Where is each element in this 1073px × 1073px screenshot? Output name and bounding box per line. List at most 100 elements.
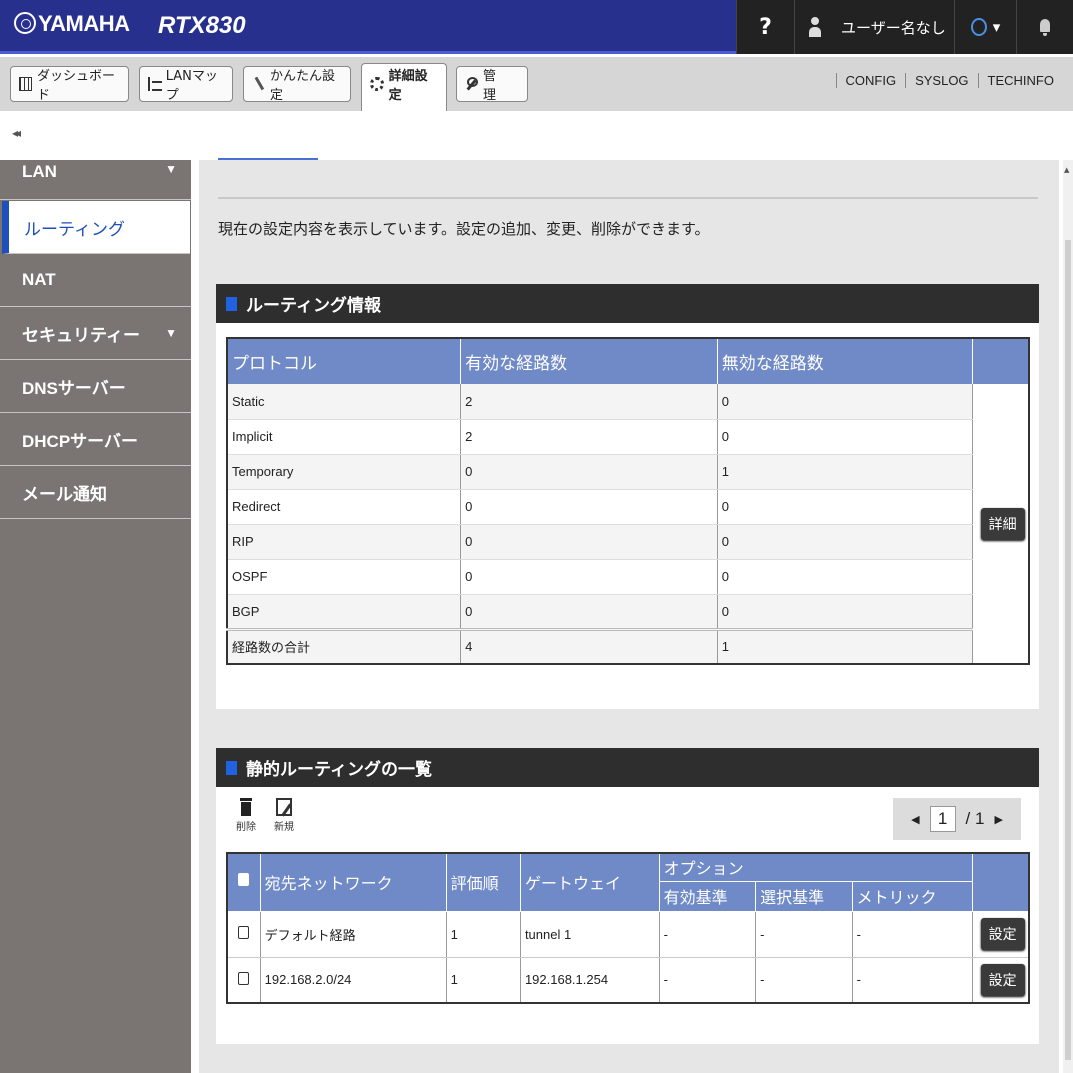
next-page-icon[interactable]: ▶	[994, 813, 1002, 826]
prev-page-icon[interactable]: ◀	[911, 813, 919, 826]
sidebar-item-label: NAT	[22, 270, 56, 289]
scroll-up-icon[interactable]: ▲	[1064, 166, 1069, 174]
column-header: プロトコル	[227, 338, 462, 384]
settings-button-cell: 設定	[972, 911, 1029, 958]
static-routes-panel: 静的ルーティングの一覧 削除 新規 ◀ 1 / 1 ▶ 宛先ネットワーク 評価順…	[216, 748, 1039, 1044]
chevron-down-icon: ▾	[992, 18, 1001, 36]
table-total-row: 経路数の合計 4 1	[227, 627, 1029, 665]
tab-easy-setup[interactable]: かんたん設定	[243, 66, 351, 103]
protocol-cell: RIP	[227, 524, 462, 560]
column-header	[972, 853, 1029, 912]
dashboard-icon	[19, 77, 32, 91]
sidebar-item-label: メール通知	[22, 484, 107, 504]
table-row: RIP 0 0	[227, 524, 1029, 560]
detail-button[interactable]: 詳細	[980, 507, 1025, 540]
syslog-link[interactable]: SYSLOG	[905, 73, 977, 88]
delete-button[interactable]: 削除	[236, 798, 256, 833]
sidebar-item-lan[interactable]: LAN ▼	[0, 160, 191, 200]
invalid-count-cell: 0	[717, 489, 974, 525]
gateway-cell: 192.168.1.254	[520, 957, 660, 1004]
protocol-cell: Temporary	[227, 454, 462, 490]
table-row: Static 2 0 詳細	[227, 384, 1029, 665]
static-routes-table: 宛先ネットワーク 評価順 ゲートウェイ オプション 有効基準 選択基準 メトリッ…	[226, 852, 1030, 1004]
table-row: デフォルト経路 1 tunnel 1 - - - 設定	[227, 911, 1029, 958]
routing-info-table: プロトコル 有効な経路数 無効な経路数 Static 2 0 詳細 Implic…	[226, 337, 1030, 665]
techinfo-link[interactable]: TECHINFO	[977, 73, 1063, 88]
total-label-cell: 経路数の合計	[227, 627, 462, 665]
scrollbar-thumb[interactable]	[1065, 240, 1071, 1060]
settings-button-cell: 設定	[972, 957, 1029, 1004]
new-button[interactable]: 新規	[274, 798, 294, 833]
gateway-cell: tunnel 1	[520, 911, 660, 958]
caret-down-icon: ▼	[165, 326, 177, 340]
destination-cell: 192.168.2.0/24	[260, 957, 447, 1004]
destination-cell: デフォルト経路	[260, 911, 447, 958]
select-all-checkbox[interactable]	[238, 873, 250, 887]
route-toolbar: 削除 新規	[236, 798, 294, 833]
status-menu[interactable]: ▾	[954, 0, 1016, 54]
settings-button[interactable]: 設定	[980, 963, 1025, 996]
sidebar-item-label: DHCPサーバー	[22, 431, 138, 451]
table-row: Redirect 0 0	[227, 489, 1029, 525]
vertical-scrollbar[interactable]: ▲	[1063, 160, 1073, 1073]
sidebar-item-label: LAN	[22, 162, 57, 181]
new-document-icon	[276, 798, 292, 816]
valid-count-cell: 0	[460, 489, 718, 525]
protocol-cell: Redirect	[227, 489, 462, 525]
invalid-count-cell: 0	[717, 524, 974, 560]
status-ring-icon	[970, 18, 987, 36]
protocol-cell: Static	[227, 384, 462, 420]
user-menu[interactable]: ユーザー名なし	[794, 0, 954, 54]
column-header: 無効な経路数	[717, 338, 974, 384]
tab-label: 管 理	[482, 69, 509, 103]
help-button[interactable]: ?	[736, 0, 794, 54]
config-link[interactable]: CONFIG	[835, 73, 906, 88]
column-header: 有効基準	[659, 881, 757, 912]
collapse-sidebar-icon[interactable]: ◂◂	[12, 126, 21, 140]
caret-down-icon: ▼	[165, 162, 177, 176]
yamaha-logo: YAMAHA	[14, 11, 130, 37]
sidebar-item-nat[interactable]: NAT	[0, 254, 191, 307]
model-name: RTX830	[158, 12, 246, 39]
tab-dashboard[interactable]: ダッシュボード	[10, 66, 129, 103]
sidebar-item-routing[interactable]: ルーティング	[2, 201, 190, 254]
panel-title: 静的ルーティングの一覧	[216, 748, 1039, 787]
metric-cell: -	[852, 911, 974, 958]
title-marker-icon	[226, 760, 237, 775]
user-icon	[809, 17, 821, 37]
tab-advanced-settings[interactable]: 詳細設定	[361, 63, 447, 111]
valid-count-cell: 0	[460, 454, 718, 490]
valid-count-cell: 2	[460, 419, 718, 455]
tab-management[interactable]: 管 理	[456, 66, 528, 103]
notification-button[interactable]	[1016, 0, 1072, 54]
panel-title-text: ルーティング情報	[246, 296, 381, 315]
sidebar-item-label: DNSサーバー	[22, 378, 126, 398]
priority-cell: 1	[446, 957, 521, 1004]
row-checkbox[interactable]	[238, 926, 250, 939]
tab-label: 詳細設定	[388, 68, 428, 103]
valid-count-cell: 0	[460, 524, 718, 560]
metric-cell: -	[852, 957, 974, 1004]
row-checkbox[interactable]	[238, 971, 250, 985]
total-valid-cell: 4	[460, 627, 718, 665]
sidebar-item-dns-server[interactable]: DNSサーバー	[0, 360, 191, 413]
top-links: CONFIG SYSLOG TECHINFO	[835, 73, 1063, 88]
panel-title: ルーティング情報	[216, 284, 1039, 323]
invalid-count-cell: 1	[717, 454, 974, 490]
sidebar-item-dhcp-server[interactable]: DHCPサーバー	[0, 413, 191, 466]
table-row: OSPF 0 0	[227, 559, 1029, 595]
detail-button-cell: 詳細	[972, 384, 1029, 665]
top-header: YAMAHA RTX830 ? ユーザー名なし ▾	[0, 0, 1073, 54]
valid-criteria-cell: -	[659, 957, 757, 1004]
tab-lan-map[interactable]: LANマップ	[139, 66, 233, 103]
valid-criteria-cell: -	[659, 911, 757, 958]
page-description: 現在の設定内容を表示しています。設定の追加、変更、削除ができます。	[218, 220, 710, 238]
sidebar-item-security[interactable]: セキュリティー ▼	[0, 307, 191, 360]
sidebar-item-mail-notification[interactable]: メール通知	[0, 466, 191, 519]
column-header	[972, 338, 1029, 384]
divider	[218, 197, 1038, 199]
select-criteria-cell: -	[755, 957, 853, 1004]
page-number-input[interactable]: 1	[929, 806, 956, 832]
settings-button[interactable]: 設定	[980, 918, 1025, 950]
table-header-row: プロトコル 有効な経路数 無効な経路数	[227, 338, 1029, 384]
